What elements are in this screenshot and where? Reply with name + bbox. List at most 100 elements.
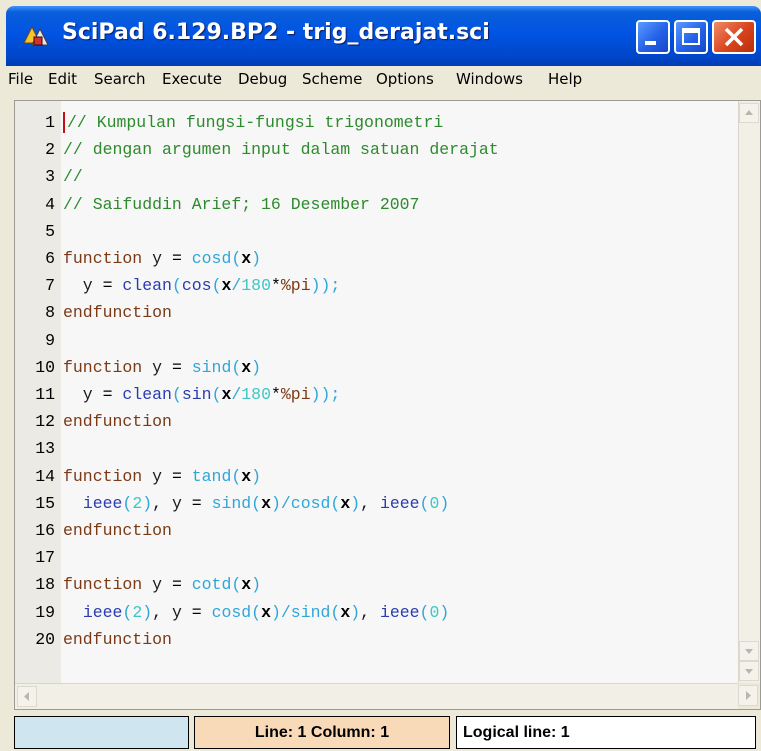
vertical-scrollbar[interactable] [738,101,760,683]
line-number: 18 [35,575,55,595]
menu-execute[interactable]: Execute [162,70,222,88]
line-number: 3 [45,167,55,187]
scroll-down-button-2[interactable] [739,661,759,681]
code-token: ( [231,466,242,486]
menu-bar: File Edit Search Execute Debug Scheme Op… [6,66,761,94]
code-token: 180 [241,276,271,296]
code-token: = [191,602,202,622]
code-token: function [63,466,143,486]
menu-options[interactable]: Options [376,70,434,88]
code-token: ) [251,357,262,377]
code-token: = [171,466,182,486]
editor-panel: 1 2 3 4 5 6 7 8 9 10 11 12 13 14 15 16 17 18 19 20 // Kumpu… [14,100,761,710]
code-line[interactable]: y = clean(sin(x/180*%pi)); [63,385,341,404]
code-token: function [63,249,143,268]
code-token: x [221,385,232,404]
code-token: y [142,575,172,595]
code-token: sind [191,357,232,377]
code-token: ) [251,575,262,595]
line-number: 5 [45,221,55,241]
code-token: ( [251,602,262,622]
scroll-down-button[interactable] [739,641,759,661]
status-bar: Line: 1 Column: 1 Logical line: 1 [0,714,761,751]
maximize-button[interactable] [674,20,708,54]
code-line[interactable]: function y = cosd(x) [63,249,261,268]
menu-scheme[interactable]: Scheme [302,70,362,88]
menu-windows[interactable]: Windows [456,70,523,88]
text-cursor [63,112,65,133]
code-token: y [63,276,103,296]
code-line[interactable]: y = clean(cos(x/180*%pi)); [63,276,341,296]
minimize-icon [645,41,656,45]
close-button[interactable] [712,20,756,54]
code-token: ) [439,602,450,622]
status-cell-empty [14,716,189,749]
code-token: endfunction [63,412,172,432]
code-line[interactable]: ieee(2), y = cosd(x)/sind(x), ieee(0) [63,603,449,622]
code-token: endfunction [63,521,172,540]
line-number: 8 [45,303,55,323]
code-line[interactable]: // dengan argumen input dalam satuan der… [63,140,499,159]
code-token: ) [251,249,262,268]
scipad-app-icon[interactable] [22,23,50,49]
code-line[interactable]: endfunction [63,303,172,322]
line-number: 11 [35,385,55,404]
code-line[interactable]: function y = sind(x) [63,358,261,377]
minimize-button[interactable] [636,20,670,54]
code-line[interactable]: ieee(2), y = sind(x)/cosd(x), ieee(0) [63,494,449,513]
close-icon [724,27,744,47]
line-number: 6 [45,249,55,268]
code-token: cotd [191,575,232,595]
code-token: cosd [191,249,232,268]
horizontal-scrollbar[interactable] [15,683,738,709]
code-token: sin [181,385,212,404]
menu-file[interactable]: File [8,70,33,88]
title-bar[interactable]: SciPad 6.129.BP2 - trig_derajat.sci [6,6,761,66]
code-token: x [241,357,252,377]
code-token: 180 [241,385,271,404]
line-number: 2 [45,140,55,160]
line-number: 19 [35,602,55,622]
code-token: ) [350,602,361,622]
code-token: ieee [82,602,123,622]
code-line[interactable]: // [63,167,83,186]
line-number: 14 [35,466,55,486]
menu-edit[interactable]: Edit [48,70,77,88]
code-token: function [63,575,143,595]
scroll-right-button[interactable] [738,685,758,706]
code-token: 0 [429,602,440,622]
code-token: * [271,276,281,296]
arrow-down-icon [745,669,753,674]
code-line[interactable]: function y = cotd(x) [63,575,261,594]
scroll-up-button[interactable] [739,103,759,123]
menu-debug[interactable]: Debug [238,70,287,88]
code-token: , [360,493,380,513]
code-token: ( [171,385,182,404]
code-line[interactable]: endfunction [63,630,172,649]
code-token: function [63,357,143,377]
code-token: = [102,385,113,404]
code-line[interactable]: endfunction [63,521,172,540]
code-line[interactable]: // Kumpulan fungsi-fungsi trigonometri [67,113,443,132]
code-token: = [191,493,202,513]
code-token: = [171,575,182,595]
code-line[interactable]: // Saifuddin Arief; 16 Desember 2007 [63,195,419,214]
code-token: y [142,466,172,486]
code-editor[interactable]: // Kumpulan fungsi-fungsi trigonometri//… [61,101,738,683]
code-token: / [231,385,242,404]
code-line[interactable]: function y = tand(x) [63,467,261,486]
code-token: = [102,276,113,296]
scroll-left-button[interactable] [17,686,37,707]
code-token: 2 [132,493,143,513]
menu-help[interactable]: Help [548,70,582,88]
code-token: tand [191,466,232,486]
code-token: ( [211,276,222,296]
menu-search[interactable]: Search [94,70,146,88]
code-line[interactable]: endfunction [63,412,172,431]
